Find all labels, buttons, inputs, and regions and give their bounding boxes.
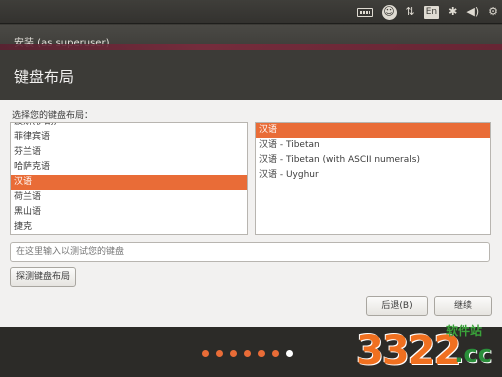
watermark-logo: 3322 软件站 .cc xyxy=(356,318,496,374)
progress-dot xyxy=(244,350,251,357)
continue-button[interactable]: 继续 xyxy=(434,296,492,316)
page-header: 键盘布局 xyxy=(0,50,502,100)
watermark-number: 3322 xyxy=(356,328,461,374)
layout-list[interactable]: 波斯(伊朗) 菲律宾语 芬兰语 哈萨克语 汉语 荷兰语 黑山语 捷克 xyxy=(10,122,248,235)
variant-list[interactable]: 汉语 汉语 - Tibetan 汉语 - Tibetan (with ASCII… xyxy=(255,122,491,235)
list-item[interactable]: 荷兰语 xyxy=(11,190,247,205)
progress-dot xyxy=(258,350,265,357)
content-area: 选择您的键盘布局： 波斯(伊朗) 菲律宾语 芬兰语 哈萨克语 汉语 荷兰语 黑山… xyxy=(0,100,502,327)
top-panel: ☺ ⇅ En ✱ ◀) ⚙ xyxy=(0,0,502,24)
watermark-cc: .cc xyxy=(454,340,492,368)
progress-dot xyxy=(216,350,223,357)
list-item[interactable]: 捷克 xyxy=(11,220,247,234)
list-item[interactable]: 黑山语 xyxy=(11,205,247,220)
progress-dot-current xyxy=(286,350,293,357)
bluetooth-icon[interactable]: ✱ xyxy=(448,3,457,21)
variant-item-selected[interactable]: 汉语 xyxy=(256,123,490,138)
language-icon[interactable]: En xyxy=(423,5,440,19)
list-item[interactable]: 哈萨克语 xyxy=(11,160,247,175)
list-item[interactable]: 菲律宾语 xyxy=(11,130,247,145)
progress-dots xyxy=(202,350,293,357)
variant-item[interactable]: 汉语 - Tibetan xyxy=(256,138,490,153)
variant-item[interactable]: 汉语 - Tibetan (with ASCII numerals) xyxy=(256,153,490,168)
volume-icon[interactable]: ◀) xyxy=(466,3,479,21)
settings-gear-icon[interactable]: ⚙ xyxy=(488,3,498,21)
keyboard-test-input[interactable] xyxy=(10,242,490,262)
network-icon[interactable]: ⇅ xyxy=(406,3,415,21)
accessibility-icon[interactable]: ☺ xyxy=(381,4,397,20)
list-item[interactable]: 芬兰语 xyxy=(11,145,247,160)
system-tray: ☺ ⇅ En ✱ ◀) ⚙ xyxy=(356,3,498,21)
page-title: 键盘布局 xyxy=(14,68,75,86)
watermark-sub: 软件站 xyxy=(445,324,482,338)
progress-dot xyxy=(230,350,237,357)
progress-dot xyxy=(202,350,209,357)
variant-item[interactable]: 汉语 - Uyghur xyxy=(256,168,490,183)
layout-prompt: 选择您的键盘布局： xyxy=(12,111,94,121)
keyboard-icon[interactable] xyxy=(356,7,373,17)
back-button[interactable]: 后退(B) xyxy=(366,296,428,316)
progress-dot xyxy=(272,350,279,357)
detect-layout-button[interactable]: 探测键盘布局 xyxy=(10,267,76,287)
list-item-selected[interactable]: 汉语 xyxy=(11,175,247,190)
list-item[interactable]: 波斯(伊朗) xyxy=(11,123,247,130)
